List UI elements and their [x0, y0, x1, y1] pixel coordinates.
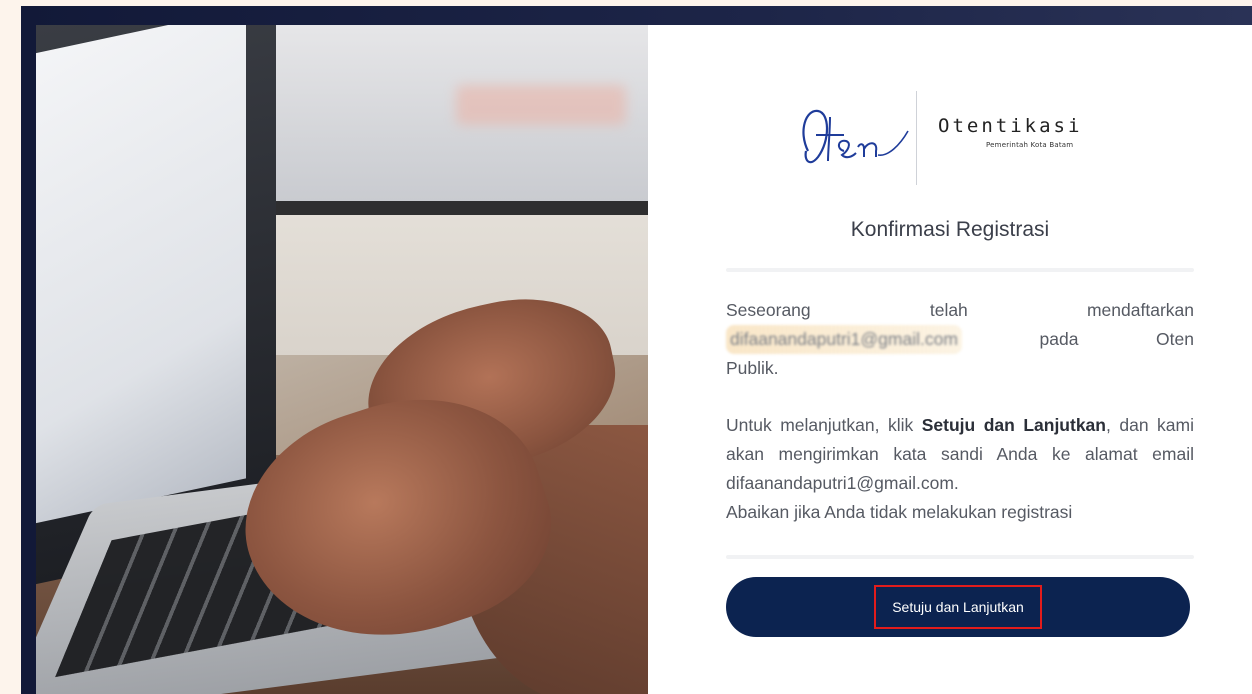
instruction-bold: Setuju dan Lanjutkan — [921, 415, 1106, 435]
photo-monitor-glow — [456, 85, 626, 125]
registration-card: Otentikasi Pemerintah Kota Batam Konfirm… — [648, 25, 1252, 694]
registration-message: Seseorang telah mendaftarkan difaanandap… — [726, 296, 1194, 383]
logo-divider — [916, 91, 917, 185]
instruction-prefix: Untuk melanjutkan, klik — [726, 415, 922, 435]
divider-bottom — [726, 555, 1194, 559]
brand-subtitle: Pemerintah Kota Batam — [986, 141, 1074, 149]
message-line-3: Publik. — [726, 358, 779, 378]
instruction-text: Untuk melanjutkan, klik Setuju dan Lanju… — [726, 411, 1194, 527]
message-word: telah — [929, 300, 968, 320]
divider-top — [726, 268, 1194, 272]
confirm-button[interactable]: Setuju dan Lanjutkan — [726, 577, 1190, 637]
frame-corner — [0, 0, 14, 14]
brand-name: Otentikasi — [938, 115, 1083, 137]
message-word: Oten — [1156, 329, 1194, 349]
page-title: Konfirmasi Registrasi — [850, 218, 1050, 241]
message-line-1: Seseorang telah mendaftarkan — [726, 296, 1194, 325]
redacted-email: difaanandaputri1@gmail.com — [726, 325, 962, 354]
hero-photo — [36, 25, 648, 694]
message-word: Seseorang — [726, 300, 811, 320]
instruction-last-line: Abaikan jika Anda tidak melakukan regist… — [726, 502, 1073, 522]
message-word: mendaftarkan — [1086, 300, 1194, 320]
message-line-2: difaanandaputri1@gmail.com pada Oten — [726, 325, 1194, 354]
message-word: pada — [1039, 329, 1079, 349]
oten-script-logo — [802, 109, 909, 164]
photo-laptop-display — [36, 25, 246, 532]
oten-logo: Otentikasi Pemerintah Kota Batam — [796, 91, 1116, 187]
confirm-button-label: Setuju dan Lanjutkan — [874, 585, 1042, 629]
